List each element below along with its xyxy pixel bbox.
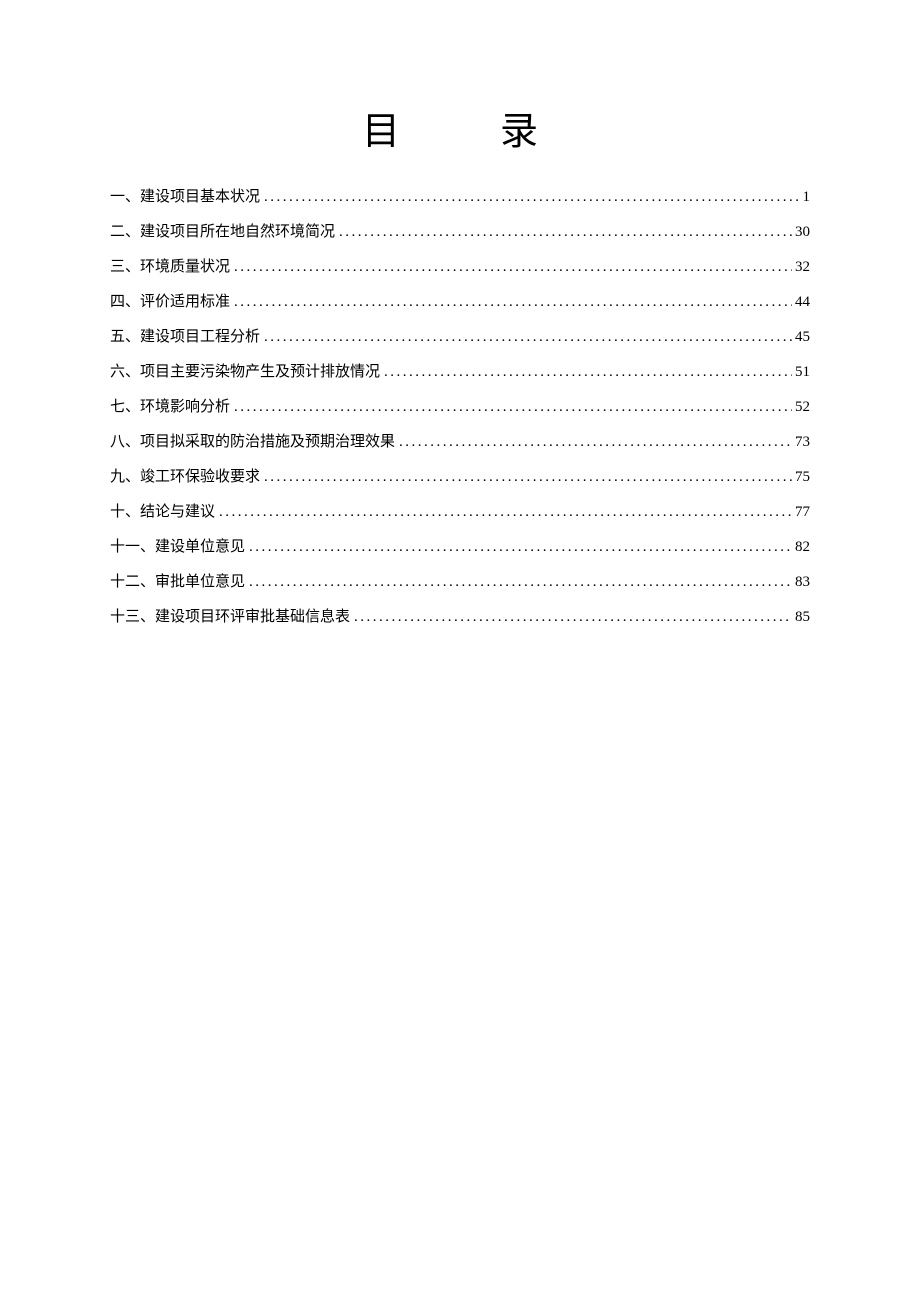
toc-entry: 十二、审批单位意见 83 <box>110 572 810 593</box>
title-char-2: 录 <box>500 111 558 153</box>
toc-entry-page: 85 <box>792 607 810 628</box>
toc-dots <box>339 222 792 243</box>
toc-entry: 八、项目拟采取的防治措施及预期治理效果 73 <box>110 432 810 453</box>
toc-entry-label: 十、结论与建议 <box>110 502 219 523</box>
toc-entry-page: 51 <box>792 362 810 383</box>
toc-dots <box>384 362 792 383</box>
toc-entry-label: 九、竣工环保验收要求 <box>110 467 264 488</box>
toc-dots <box>234 257 792 278</box>
toc-dots <box>399 432 792 453</box>
toc-entry: 七、环境影响分析 52 <box>110 397 810 418</box>
page-title: 目录 <box>110 100 810 155</box>
toc-entry-page: 83 <box>792 572 810 593</box>
toc-entry-page: 75 <box>792 467 810 488</box>
toc-dots <box>264 187 799 208</box>
toc-entry-page: 82 <box>792 537 810 558</box>
toc-entry-page: 44 <box>792 292 810 313</box>
toc-entry-label: 一、建设项目基本状况 <box>110 187 264 208</box>
toc-entry: 六、项目主要污染物产生及预计排放情况 51 <box>110 362 810 383</box>
toc-dots <box>249 537 792 558</box>
toc-entry-label: 十二、审批单位意见 <box>110 572 249 593</box>
table-of-contents: 一、建设项目基本状况 1 二、建设项目所在地自然环境简况 30 三、环境质量状况… <box>110 187 810 628</box>
toc-dots <box>219 502 792 523</box>
toc-entry-page: 73 <box>792 432 810 453</box>
toc-entry: 四、评价适用标准 44 <box>110 292 810 313</box>
toc-dots <box>264 467 792 488</box>
toc-entry: 三、环境质量状况 32 <box>110 257 810 278</box>
toc-entry-page: 77 <box>792 502 810 523</box>
toc-entry: 九、竣工环保验收要求 75 <box>110 467 810 488</box>
toc-dots <box>249 572 792 593</box>
toc-entry-label: 二、建设项目所在地自然环境简况 <box>110 222 339 243</box>
toc-entry: 十三、建设项目环评审批基础信息表 85 <box>110 607 810 628</box>
title-char-1: 目 <box>362 111 420 153</box>
toc-entry: 十、结论与建议 77 <box>110 502 810 523</box>
toc-entry: 十一、建设单位意见 82 <box>110 537 810 558</box>
toc-dots <box>264 327 792 348</box>
toc-entry-label: 五、建设项目工程分析 <box>110 327 264 348</box>
toc-entry-page: 30 <box>792 222 810 243</box>
toc-entry: 五、建设项目工程分析 45 <box>110 327 810 348</box>
toc-entry: 二、建设项目所在地自然环境简况 30 <box>110 222 810 243</box>
toc-entry-label: 七、环境影响分析 <box>110 397 234 418</box>
toc-entry-page: 45 <box>792 327 810 348</box>
toc-entry-label: 八、项目拟采取的防治措施及预期治理效果 <box>110 432 399 453</box>
toc-entry-page: 1 <box>800 187 811 208</box>
toc-entry-label: 十三、建设项目环评审批基础信息表 <box>110 607 354 628</box>
toc-entry: 一、建设项目基本状况 1 <box>110 187 810 208</box>
toc-entry-label: 六、项目主要污染物产生及预计排放情况 <box>110 362 384 383</box>
toc-entry-label: 十一、建设单位意见 <box>110 537 249 558</box>
toc-dots <box>234 292 792 313</box>
toc-entry-label: 三、环境质量状况 <box>110 257 234 278</box>
toc-entry-page: 32 <box>792 257 810 278</box>
toc-dots <box>354 607 792 628</box>
toc-entry-page: 52 <box>792 397 810 418</box>
toc-dots <box>234 397 792 418</box>
toc-entry-label: 四、评价适用标准 <box>110 292 234 313</box>
